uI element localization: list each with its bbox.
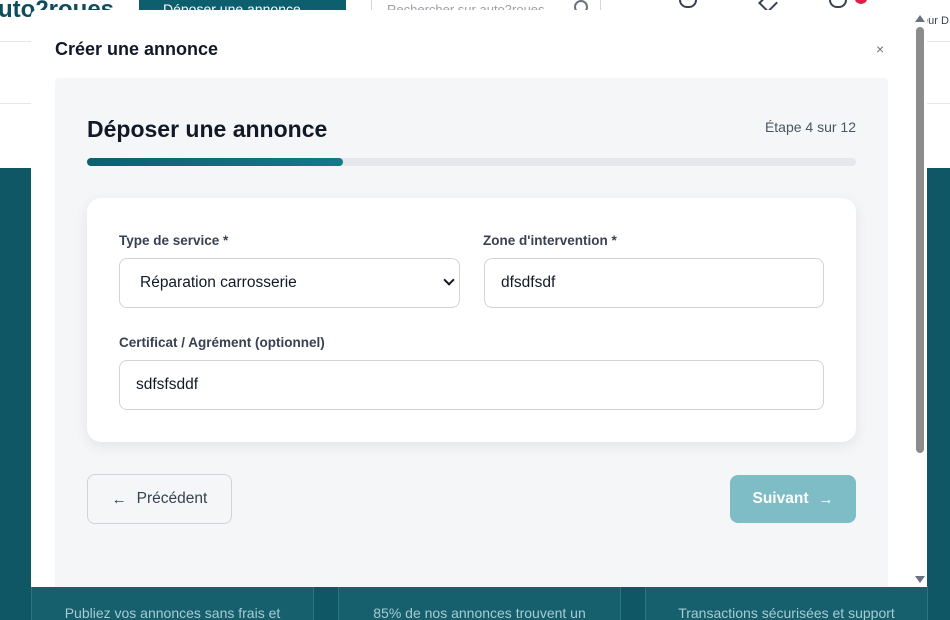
service-type-select[interactable]: Réparation carrosserie: [119, 258, 460, 308]
service-type-value: Réparation carrosserie: [140, 274, 297, 291]
scrollbar-thumb[interactable]: [916, 27, 924, 453]
arrow-left-icon: ←: [111, 490, 127, 508]
notification-badge: [855, 0, 867, 4]
progress-bar: [87, 158, 856, 166]
zone-input[interactable]: dfsdfsdf: [484, 258, 824, 308]
wizard-title: Déposer une annonce: [87, 116, 328, 142]
previous-label: Précédent: [136, 490, 208, 507]
form-card: Type de service * Réparation carrosserie…: [87, 198, 856, 442]
modal-title: Créer une annonce: [55, 39, 219, 59]
arrow-right-icon: →: [818, 490, 834, 508]
scroll-up-icon[interactable]: [915, 15, 925, 22]
certificate-input[interactable]: sdfsfsddf: [119, 360, 824, 410]
bell-icon[interactable]: [679, 0, 697, 8]
next-label: Suivant: [752, 490, 809, 507]
step-indicator: Étape 4 sur 12: [764, 119, 856, 135]
progress-fill: [87, 158, 344, 166]
previous-button[interactable]: ← Précédent: [87, 474, 232, 524]
wizard-panel: Déposer une annonce Étape 4 sur 12 Type …: [55, 78, 888, 587]
next-button[interactable]: Suivant →: [730, 475, 856, 523]
create-ad-modal: Créer une annonce × Déposer une annonce …: [31, 10, 927, 587]
zone-label: Zone d'intervention *: [483, 233, 617, 248]
zone-value: dfsdfsdf: [501, 274, 556, 291]
chevron-down-icon: [443, 274, 455, 286]
scroll-down-icon[interactable]: [915, 576, 925, 583]
service-type-label: Type de service *: [119, 233, 229, 248]
certificate-value: sdfsfsddf: [136, 376, 199, 393]
close-button[interactable]: ×: [876, 41, 884, 57]
feature-card: 85% de nos annonces trouvent un: [338, 586, 621, 620]
certificate-label: Certificat / Agrément (optionnel): [119, 335, 325, 350]
feature-card: Publiez vos annonces sans frais et: [31, 586, 314, 620]
chat-icon[interactable]: [829, 0, 847, 8]
feature-card: Transactions sécurisées et support: [645, 586, 928, 620]
